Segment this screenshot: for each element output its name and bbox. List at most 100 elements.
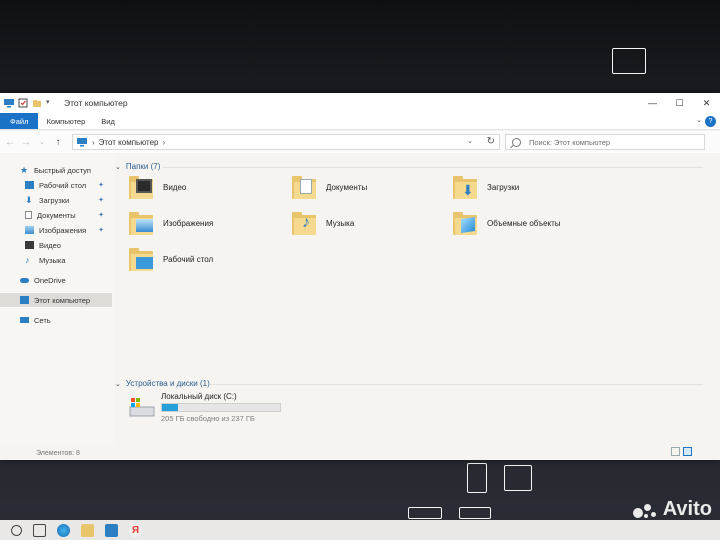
tab-computer[interactable]: Компьютер — [38, 113, 93, 129]
navigation-pane: ★ Быстрый доступ Рабочий стол ✦ ⬇ Загруз… — [0, 155, 115, 445]
refresh-icon[interactable]: ↻ — [487, 136, 495, 147]
pin-icon[interactable]: ✦ — [98, 196, 104, 204]
navigation-bar: ← → ⌄ ↑ › Этот компьютер › ⌄ ↻ — [0, 131, 720, 153]
folder-label: Объемные объекты — [487, 218, 561, 228]
folder-documents[interactable]: Документы — [290, 170, 440, 204]
sidebar-item-desktop[interactable]: Рабочий стол ✦ — [0, 178, 112, 192]
chevron-down-icon: ⌄ — [115, 163, 121, 171]
minimize-button[interactable]: — — [639, 93, 666, 113]
drive-usage-bar — [161, 403, 281, 412]
maximize-button[interactable]: ☐ — [666, 93, 693, 113]
search-input[interactable] — [529, 137, 699, 147]
view-switcher — [671, 447, 692, 456]
folder-videos[interactable]: Видео — [127, 170, 277, 204]
tab-file[interactable]: Файл — [0, 113, 39, 129]
address-dropdown-icon[interactable]: ⌄ — [467, 137, 473, 145]
sidebar-item-label: Изображения — [39, 225, 87, 235]
desktop-monitor-icon[interactable] — [459, 507, 491, 519]
sidebar-item-pictures[interactable]: Изображения ✦ — [0, 223, 112, 237]
sidebar-item-label: Загрузки — [39, 195, 70, 205]
picture-folder-icon — [127, 209, 157, 237]
folder-3d-objects[interactable]: Объемные объекты — [451, 206, 601, 240]
picture-icon — [25, 226, 34, 234]
sidebar-item-network[interactable]: Сеть — [0, 313, 112, 327]
sidebar-item-label: Рабочий стол — [39, 180, 87, 190]
sidebar-item-music[interactable]: ♪ Музыка — [0, 253, 112, 267]
sidebar-item-documents[interactable]: Документы ✦ — [0, 208, 112, 222]
sidebar-item-label: Сеть — [34, 315, 51, 325]
sidebar-item-label: Быстрый доступ — [34, 165, 91, 175]
up-button[interactable]: ↑ — [52, 137, 64, 148]
breadcrumb-chevron[interactable]: › — [163, 138, 166, 147]
computer-icon — [4, 99, 14, 108]
task-view-icon[interactable] — [33, 523, 46, 537]
large-icons-view-button[interactable] — [683, 447, 692, 456]
computer-icon — [77, 138, 87, 147]
chevron-down-icon: ⌄ — [115, 380, 121, 388]
customize-qat-icon[interactable]: ▾ — [46, 98, 54, 108]
sidebar-item-label: Документы — [37, 210, 76, 220]
breadcrumb-separator[interactable]: › — [92, 138, 95, 147]
folder-downloads[interactable]: ⬇ Загрузки — [451, 170, 601, 204]
status-bar: Элементов: 8 — [36, 450, 80, 457]
sidebar-item-onedrive[interactable]: OneDrive — [0, 273, 112, 287]
help-icon[interactable]: ? — [705, 116, 716, 127]
store-icon[interactable] — [105, 523, 118, 537]
devices-group-header[interactable]: ⌄ Устройства и диски (1) — [115, 379, 210, 388]
breadcrumb[interactable]: Этот компьютер — [99, 138, 159, 147]
folder-desktop[interactable]: Рабочий стол — [127, 242, 277, 276]
cube-folder-icon — [451, 209, 481, 237]
new-folder-icon[interactable] — [32, 98, 42, 108]
recent-locations-button[interactable]: ⌄ — [36, 138, 48, 146]
folder-pictures[interactable]: Изображения — [127, 206, 277, 240]
search-box[interactable] — [505, 134, 705, 150]
folder-label: Документы — [326, 182, 368, 192]
search-icon[interactable] — [11, 524, 22, 536]
ribbon-tabs: Файл Компьютер Вид ⌄ ? — [0, 113, 720, 130]
desktop-cast-icon[interactable] — [612, 48, 646, 74]
edge-browser-icon[interactable] — [57, 523, 70, 537]
expand-ribbon-icon[interactable]: ⌄ — [696, 116, 702, 124]
folder-label: Изображения — [163, 218, 214, 228]
divider — [163, 167, 703, 168]
desktop-multidevice-icon[interactable] — [504, 465, 532, 491]
taskbar: Я — [0, 520, 720, 540]
divider — [210, 384, 703, 385]
video-folder-icon — [127, 173, 157, 201]
sidebar-item-quick-access[interactable]: ★ Быстрый доступ — [0, 163, 112, 177]
details-view-button[interactable] — [671, 447, 680, 456]
file-explorer-icon[interactable] — [81, 523, 94, 537]
drive-c[interactable]: Локальный диск (C:) 205 ГБ свободно из 2… — [129, 392, 329, 426]
title-bar[interactable]: ▾ Этот компьютер — ☐ ✕ — [0, 93, 720, 113]
sidebar-item-videos[interactable]: Видео — [0, 238, 112, 252]
back-button[interactable]: ← — [4, 137, 16, 148]
desktop-folder-icon — [127, 245, 157, 273]
document-icon — [25, 211, 32, 219]
desktop-phone-icon[interactable] — [467, 463, 487, 493]
pin-icon[interactable]: ✦ — [98, 226, 104, 234]
address-bar[interactable]: › Этот компьютер › ⌄ ↻ — [72, 134, 500, 150]
forward-button[interactable]: → — [20, 137, 32, 148]
group-title: Устройства и диски (1) — [125, 379, 210, 388]
window-title: Этот компьютер — [64, 98, 128, 108]
desktop-monitor-icon[interactable] — [408, 507, 442, 519]
pin-icon[interactable]: ✦ — [98, 211, 104, 219]
drive-name: Локальный диск (C:) — [161, 392, 237, 401]
download-icon: ⬇ — [25, 195, 33, 205]
sidebar-item-downloads[interactable]: ⬇ Загрузки ✦ — [0, 193, 112, 207]
tab-view[interactable]: Вид — [93, 113, 123, 129]
content-pane: ⌄ Папки (7) Видео Документы ⬇ Загрузки И… — [115, 155, 715, 445]
music-icon: ♪ — [25, 255, 30, 265]
folder-label: Видео — [163, 182, 187, 192]
folder-music[interactable]: ♪ Музыка — [290, 206, 440, 240]
download-folder-icon: ⬇ — [451, 173, 481, 201]
properties-icon[interactable] — [18, 98, 28, 108]
avito-watermark: Avito — [631, 498, 712, 521]
pin-icon[interactable]: ✦ — [98, 181, 104, 189]
close-button[interactable]: ✕ — [693, 93, 720, 113]
sidebar-item-this-pc[interactable]: Этот компьютер — [0, 293, 112, 307]
folder-label: Рабочий стол — [163, 254, 214, 264]
sidebar-item-label: OneDrive — [34, 275, 66, 285]
yandex-browser-icon[interactable]: Я — [129, 523, 142, 537]
video-icon — [25, 241, 34, 249]
